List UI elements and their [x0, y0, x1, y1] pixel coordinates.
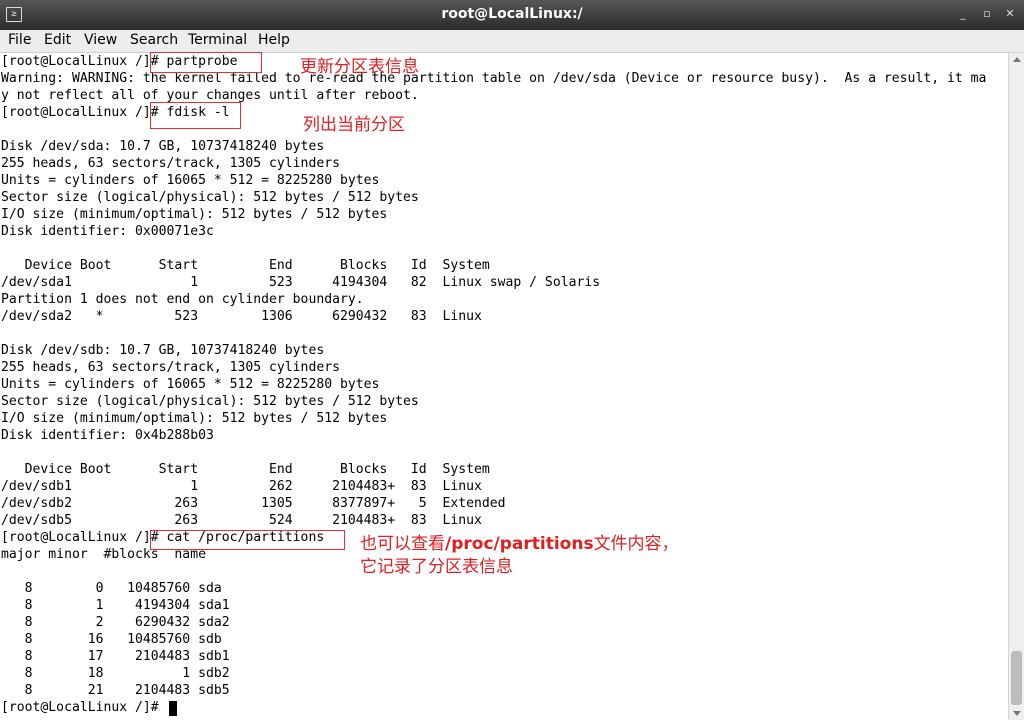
- terminal-line: [root@LocalLinux /]#: [1, 700, 167, 715]
- terminal-line: Units = cylinders of 16065 * 512 = 82252…: [1, 377, 380, 392]
- window-titlebar[interactable]: ≥ root@LocalLinux:/ _ ▫ ✕: [0, 0, 1024, 30]
- terminal-line: Disk /dev/sdb: 10.7 GB, 10737418240 byte…: [1, 343, 325, 358]
- terminal-line: 8 17 2104483 sdb1: [1, 649, 230, 664]
- text-cursor: [169, 701, 177, 716]
- menu-view[interactable]: View: [84, 32, 117, 48]
- proc-annotation-suffix: 文件内容，: [593, 534, 679, 554]
- proc-partitions-highlight-box: [150, 530, 345, 550]
- terminal-line: /dev/sdb2 263 1305 8377897+ 5 Extended: [1, 496, 506, 511]
- terminal-line: Device Boot Start End Blocks Id System: [1, 258, 490, 273]
- terminal-line: I/O size (minimum/optimal): 512 bytes / …: [1, 207, 388, 222]
- terminal-line: 8 21 2104483 sdb5: [1, 683, 230, 698]
- fdisk-annotation: 列出当前分区: [303, 115, 405, 135]
- terminal-line: Disk identifier: 0x00071e3c: [1, 224, 214, 239]
- proc-annotation-line1: 也可以查看/proc/partitions文件内容，: [360, 529, 679, 554]
- terminal-line: Disk identifier: 0x4b288b03: [1, 428, 214, 443]
- terminal-line: 8 2 6290432 sda2: [1, 615, 230, 630]
- menu-search[interactable]: Search: [130, 32, 178, 48]
- terminal-line: Units = cylinders of 16065 * 512 = 82252…: [1, 173, 380, 188]
- proc-annotation-prefix: 也可以查看: [360, 534, 445, 554]
- terminal-line: 8 1 4194304 sda1: [1, 598, 230, 613]
- window-title: root@LocalLinux:/: [441, 6, 583, 22]
- menu-terminal[interactable]: Terminal: [188, 32, 247, 48]
- menu-bar: File Edit View Search Terminal Help: [0, 30, 1024, 53]
- proc-annotation-line2: 它记录了分区表信息: [360, 557, 513, 577]
- terminal-line: 8 18 1 sdb2: [1, 666, 230, 681]
- partprobe-annotation: 更新分区表信息: [300, 57, 419, 77]
- terminal-line: Warning: WARNING: the kernel failed to r…: [1, 71, 987, 86]
- terminal-line: /dev/sdb1 1 262 2104483+ 83 Linux: [1, 479, 482, 494]
- scroll-up-arrow-icon[interactable]: [1013, 57, 1021, 62]
- terminal-line: 255 heads, 63 sectors/track, 1305 cylind…: [1, 156, 340, 171]
- terminal-line: /dev/sda1 1 523 4194304 82 Linux swap / …: [1, 275, 601, 290]
- fdisk-highlight-box: [150, 102, 241, 129]
- proc-annotation-path: /proc/partitions: [445, 534, 594, 554]
- terminal-line: Sector size (logical/physical): 512 byte…: [1, 190, 419, 205]
- menu-edit[interactable]: Edit: [44, 32, 71, 48]
- terminal-line: /dev/sdb5 263 524 2104483+ 83 Linux: [1, 513, 482, 528]
- terminal-line: I/O size (minimum/optimal): 512 bytes / …: [1, 411, 388, 426]
- terminal-line: Device Boot Start End Blocks Id System: [1, 462, 490, 477]
- close-button[interactable]: ✕: [1003, 7, 1017, 20]
- scroll-down-arrow-icon[interactable]: [1013, 711, 1021, 716]
- terminal-line: /dev/sda2 * 523 1306 6290432 83 Linux: [1, 309, 482, 324]
- terminal-line: 8 0 10485760 sda: [1, 581, 222, 596]
- terminal-line: Sector size (logical/physical): 512 byte…: [1, 394, 419, 409]
- menu-help[interactable]: Help: [258, 32, 290, 48]
- partprobe-highlight-box: [150, 52, 262, 73]
- scrollbar-thumb[interactable]: [1011, 651, 1022, 705]
- terminal-line: 8 16 10485760 sdb: [1, 632, 222, 647]
- maximize-button[interactable]: ▫: [980, 7, 994, 20]
- terminal-line: Partition 1 does not end on cylinder bou…: [1, 292, 364, 307]
- terminal-line: 255 heads, 63 sectors/track, 1305 cylind…: [1, 360, 340, 375]
- menu-file[interactable]: File: [8, 32, 31, 48]
- vertical-scrollbar[interactable]: [1008, 53, 1024, 720]
- terminal-line: Disk /dev/sda: 10.7 GB, 10737418240 byte…: [1, 139, 325, 154]
- minimize-button[interactable]: _: [956, 7, 970, 20]
